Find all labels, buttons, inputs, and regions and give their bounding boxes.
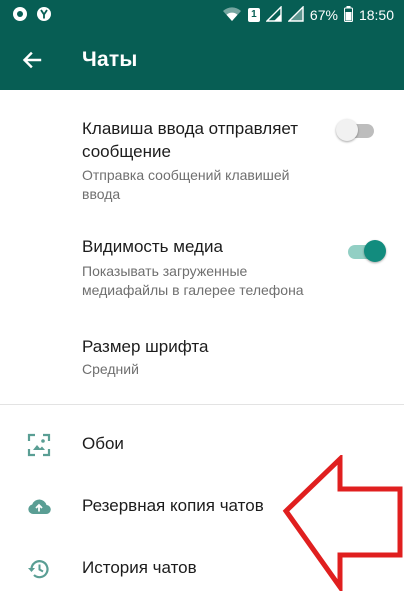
- setting-summary: Отправка сообщений клавишей: [82, 167, 290, 183]
- setting-title: Размер шрифта: [82, 337, 209, 356]
- setting-font-size[interactable]: Размер шрифта Средний: [0, 326, 404, 396]
- setting-enter-key-send[interactable]: Клавиша ввода отправляет сообщение Отпра…: [0, 106, 404, 216]
- setting-media-visibility[interactable]: Видимость медиа Показывать загруженные м…: [0, 226, 404, 314]
- battery-icon: [343, 5, 353, 25]
- wifi-icon: [222, 6, 242, 25]
- signal-icon: [265, 4, 282, 25]
- signal-2-icon: [287, 4, 304, 25]
- nav-item-label: История чатов: [82, 558, 197, 577]
- setting-summary-line2: медиафайлы в галерее телефона: [82, 282, 304, 298]
- setting-title-line2: сообщение: [82, 142, 171, 161]
- media-visibility-toggle[interactable]: [344, 239, 386, 263]
- battery-percent: 67%: [309, 7, 338, 23]
- arrow-back-icon: [22, 51, 42, 69]
- sim-badge: 1: [247, 8, 260, 22]
- chats-settings-screen: 1 67% 18:50 Чаты Клавиша ввода отправляе…: [0, 0, 404, 600]
- back-button[interactable]: [2, 30, 62, 90]
- setting-title: Клавиша ввода отправляет: [82, 119, 299, 138]
- nav-item-label: Обои: [82, 434, 124, 453]
- setting-summary: Показывать загруженные: [82, 263, 248, 279]
- setting-summary-line2: ввода: [82, 186, 121, 202]
- setting-title: Видимость медиа: [82, 237, 223, 256]
- divider: [0, 404, 404, 405]
- nav-item-label: Резервная копия чатов: [82, 496, 264, 515]
- setting-value: Средний: [82, 361, 139, 377]
- annotation-arrow-icon: [282, 455, 403, 591]
- cloud-upload-icon: [28, 499, 51, 515]
- app-bar: Чаты: [0, 30, 404, 90]
- notification-app-icon: [12, 6, 28, 25]
- clock: 18:50: [358, 7, 394, 23]
- history-icon: [28, 560, 49, 579]
- enter-key-toggle[interactable]: [336, 118, 378, 142]
- yandex-icon: [36, 6, 52, 25]
- wallpaper-icon: [27, 433, 51, 457]
- status-bar: 1 67% 18:50: [0, 0, 404, 30]
- page-title: Чаты: [82, 48, 138, 71]
